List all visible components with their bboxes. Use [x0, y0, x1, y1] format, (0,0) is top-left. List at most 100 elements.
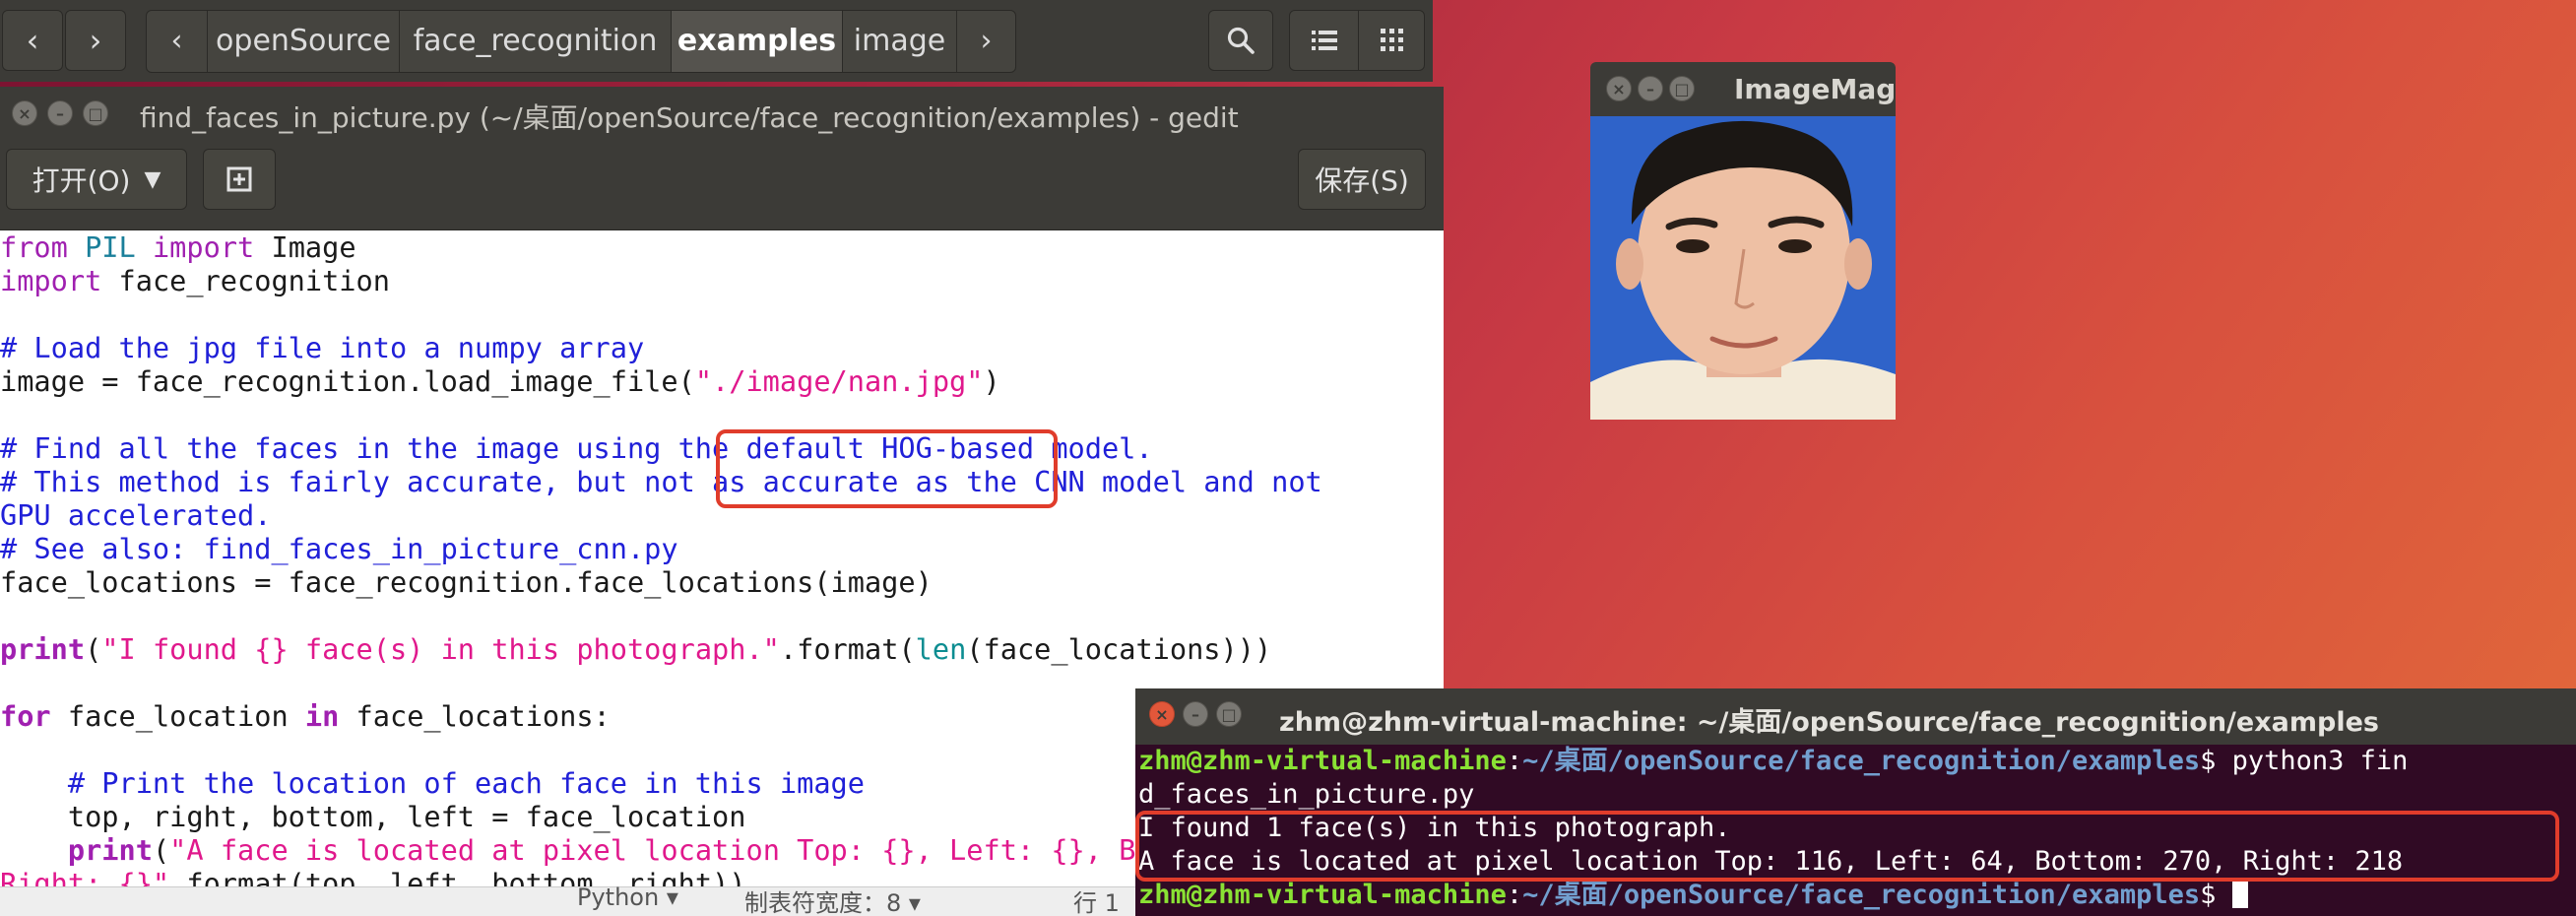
code-token: (face_locations)))	[966, 632, 1272, 666]
window-title: zhm@zhm-virtual-machine: ~/桌面/openSource…	[1279, 707, 2379, 738]
code-line-18: top, right, bottom, left = face_location	[0, 800, 746, 833]
maximize-icon: □	[1221, 704, 1237, 724]
code-token: "./image/nan.jpg"	[694, 364, 984, 398]
window-title: ImageMagick	[1734, 73, 1896, 105]
prompt-user: zhm@zhm-virtual-machine	[1138, 746, 1507, 776]
code-token: import	[152, 230, 255, 264]
code-token: for	[0, 699, 51, 733]
code-line-10: # See also: find_faces_in_picture_cnn.py	[0, 532, 678, 565]
new-document-icon	[226, 166, 252, 192]
code-token: .format(	[779, 632, 916, 666]
code-token: Image	[271, 230, 356, 264]
prompt-symbol: $	[2200, 880, 2217, 910]
code-line-1: from PIL import Image	[0, 230, 356, 264]
list-view-button[interactable]	[1290, 11, 1359, 70]
breadcrumb-item-image[interactable]: image	[843, 11, 957, 72]
code-line-15: for face_location in face_locations:	[0, 699, 611, 733]
code-token: (	[85, 632, 102, 666]
close-icon: ×	[18, 103, 32, 123]
code-line-19: print("A face is located at pixel locati…	[0, 833, 1306, 867]
new-tab-button[interactable]	[203, 149, 276, 210]
file-manager-pathbar: ‹ › ‹ openSource face_recognition exampl…	[0, 0, 1433, 82]
search-icon	[1227, 27, 1255, 54]
close-button[interactable]: ×	[1149, 701, 1175, 727]
code-token: import	[0, 264, 102, 297]
minimize-button[interactable]: –	[1183, 701, 1208, 727]
code-line-13: print("I found {} face(s) in this photog…	[0, 632, 1271, 666]
maximize-icon: □	[88, 103, 103, 123]
close-icon: ×	[1155, 704, 1169, 724]
open-label: 打开(O)	[32, 164, 131, 197]
terminal-window: × – □ zhm@zhm-virtual-machine: ~/桌面/open…	[1135, 688, 2576, 916]
forward-button[interactable]: ›	[65, 10, 126, 71]
gedit-titlebar: × – □ find_faces_in_picture.py (~/桌面/ope…	[0, 87, 1444, 143]
back-button[interactable]: ‹	[2, 10, 63, 71]
code-line-11: face_locations = face_recognition.face_l…	[0, 565, 933, 599]
prompt-user: zhm@zhm-virtual-machine	[1138, 880, 1507, 910]
highlight-box-image-path	[716, 429, 1058, 508]
chevron-right-icon: ›	[980, 24, 993, 58]
maximize-button[interactable]: □	[83, 100, 108, 126]
language-selector[interactable]: Python ▾	[577, 883, 678, 911]
breadcrumb-item-opensource[interactable]: openSource	[208, 11, 400, 72]
breadcrumb-scroll-right[interactable]: ›	[957, 11, 1015, 72]
breadcrumb-item-examples[interactable]: examples	[672, 11, 843, 72]
code-token: PIL	[85, 230, 136, 264]
code-token: from	[0, 230, 68, 264]
code-token: )	[983, 364, 1000, 398]
maximize-button[interactable]: □	[1216, 701, 1242, 727]
window-title: find_faces_in_picture.py (~/桌面/openSourc…	[140, 101, 1239, 134]
code-token: (	[152, 833, 170, 867]
minimize-icon: –	[56, 103, 64, 123]
code-token: image = face_recognition.load_image_file…	[0, 364, 695, 398]
search-button[interactable]	[1208, 10, 1273, 71]
tab-width-selector[interactable]: 制表符宽度：8 ▾	[744, 883, 921, 916]
code-token: in	[304, 699, 340, 733]
close-icon: ×	[1612, 79, 1626, 98]
face-photo	[1590, 116, 1896, 420]
code-token: print	[67, 833, 153, 867]
code-token: face_recognition	[118, 264, 390, 297]
code-line-17: # Print the location of each face in thi…	[0, 766, 865, 800]
terminal-cursor	[2231, 881, 2248, 908]
code-line-5: image = face_recognition.load_image_file…	[0, 364, 1000, 398]
chevron-left-icon: ‹	[26, 22, 39, 59]
breadcrumb-scroll-left[interactable]: ‹	[147, 11, 208, 72]
highlight-box-output	[1135, 811, 2559, 882]
code-line-2: import face_recognition	[0, 264, 390, 297]
terminal-output[interactable]: zhm@zhm-virtual-machine:~/桌面/openSource/…	[1135, 745, 2576, 916]
breadcrumb-item-face-recognition[interactable]: face_recognition	[400, 11, 672, 72]
terminal-line: zhm@zhm-virtual-machine:~/桌面/openSource/…	[1138, 746, 2409, 776]
close-button[interactable]: ×	[12, 100, 37, 126]
gedit-toolbar: 打开(O) ▼ 保存(S)	[0, 143, 1444, 230]
code-token: face_location	[50, 699, 305, 733]
minimize-button[interactable]: –	[47, 100, 73, 126]
imagemagick-window: × – □ ImageMagick	[1590, 62, 1896, 420]
command-text: python3 fin	[2216, 746, 2409, 776]
list-view-icon	[1311, 31, 1337, 50]
breadcrumb: ‹ openSource face_recognition examples i…	[146, 10, 1016, 73]
code-token: len	[915, 632, 967, 666]
prompt-path: ~/桌面/openSource/face_recognition/example…	[1522, 880, 2201, 910]
minimize-button[interactable]: –	[1638, 76, 1663, 101]
prompt-path: ~/桌面/openSource/face_recognition/example…	[1522, 746, 2201, 776]
grid-view-button[interactable]	[1358, 11, 1426, 70]
face-photo-image	[1590, 116, 1896, 420]
save-button[interactable]: 保存(S)	[1298, 149, 1426, 210]
code-token: face_locations:	[339, 699, 611, 733]
code-line-9: GPU accelerated.	[0, 498, 272, 532]
chevron-left-icon: ‹	[170, 24, 183, 58]
code-token: "I found {} face(s) in this photograph."	[101, 632, 780, 666]
code-token: print	[0, 632, 86, 666]
code-line-4: # Load the jpg file into a numpy array	[0, 331, 645, 364]
minimize-icon: –	[1191, 704, 1199, 724]
maximize-button[interactable]: □	[1669, 76, 1695, 101]
close-button[interactable]: ×	[1606, 76, 1632, 101]
terminal-titlebar: × – □ zhm@zhm-virtual-machine: ~/桌面/open…	[1135, 688, 2576, 745]
open-button[interactable]: 打开(O) ▼	[6, 149, 187, 210]
minimize-icon: –	[1646, 79, 1654, 98]
terminal-line: zhm@zhm-virtual-machine:~/桌面/openSource/…	[1138, 879, 2248, 912]
chevron-right-icon: ›	[89, 22, 102, 59]
cursor-position: 行 1	[1073, 889, 1120, 916]
